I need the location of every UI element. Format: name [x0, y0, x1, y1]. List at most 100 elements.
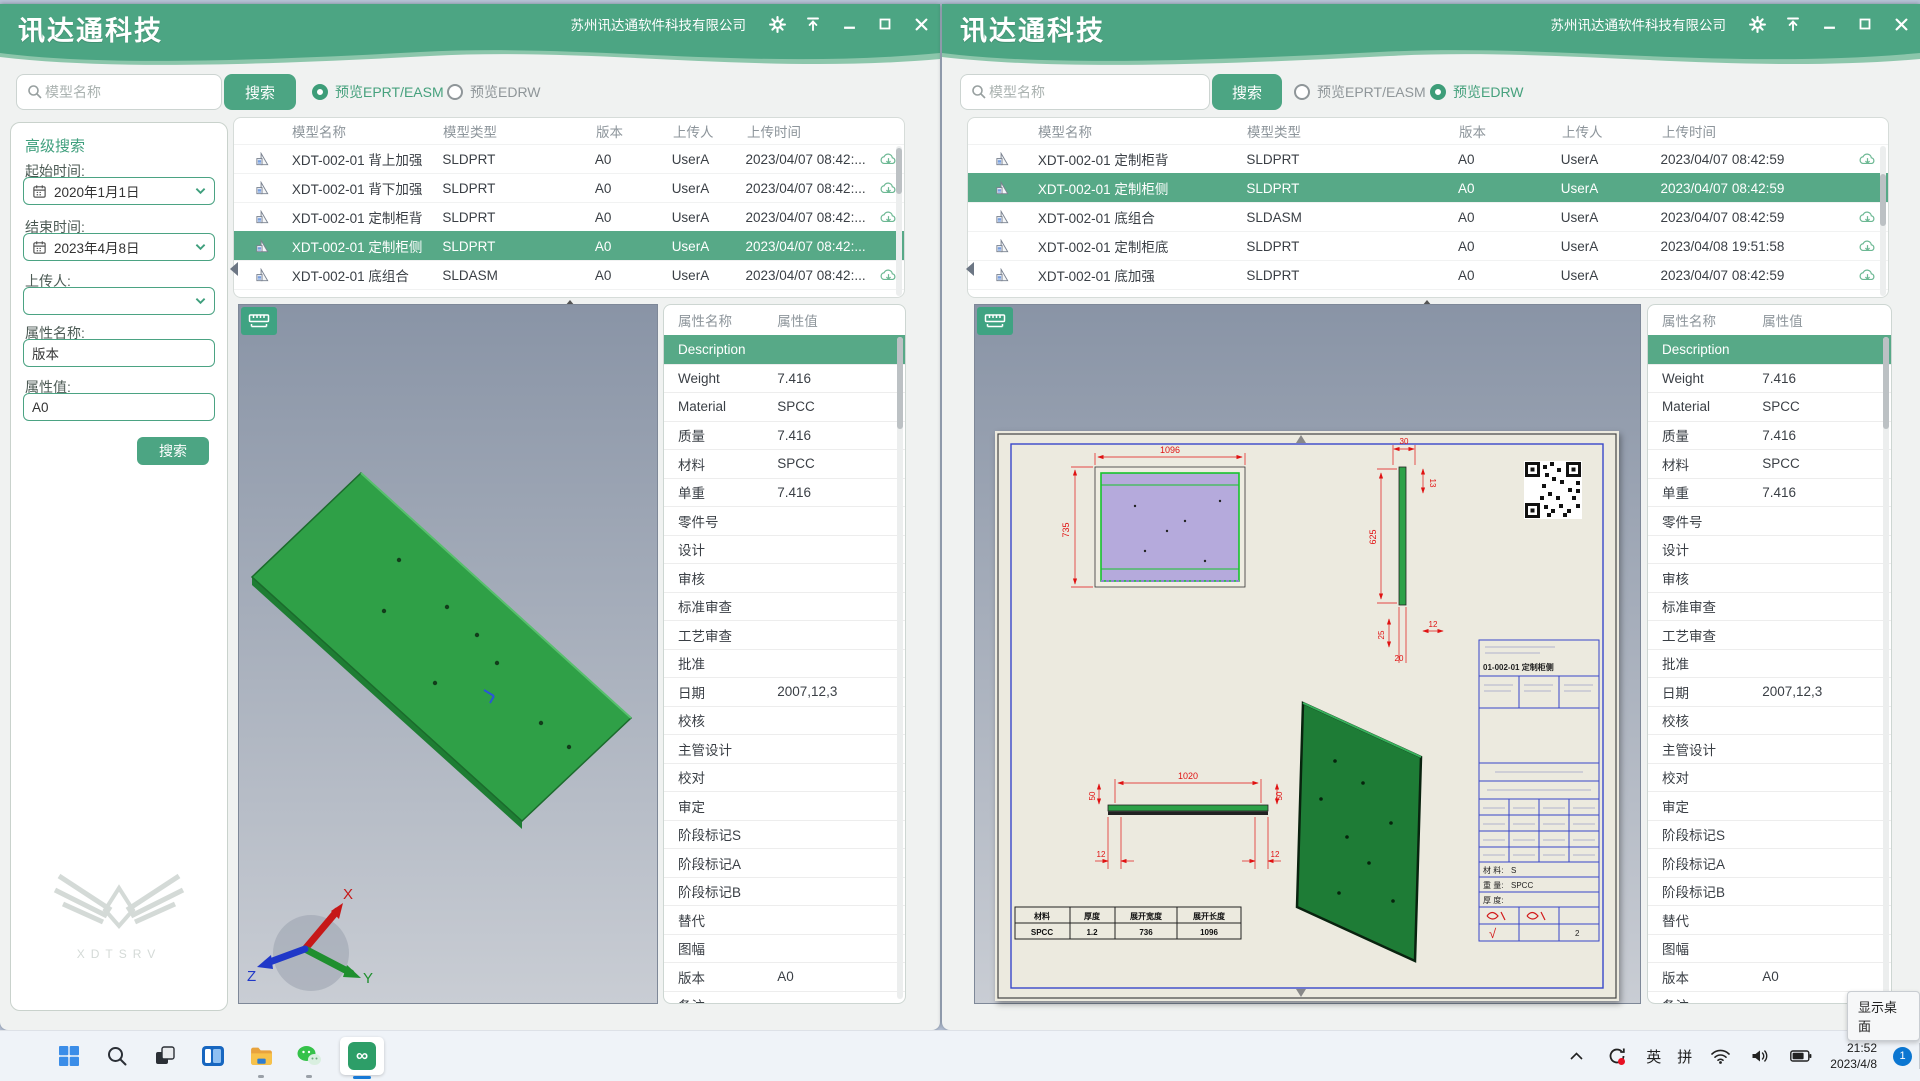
measure-ruler-button[interactable] [977, 307, 1013, 335]
property-row[interactable]: 零件号 [664, 506, 905, 535]
property-row[interactable]: 单重 7.416 [664, 478, 905, 507]
table-row[interactable]: XDT-002-01 定制柜底 SLDPRT A0 UserA 2023/04/… [234, 289, 904, 298]
property-row[interactable]: 图幅 [1648, 934, 1891, 963]
sync-status-icon[interactable] [1604, 1039, 1630, 1073]
property-row[interactable]: Description [1648, 335, 1891, 364]
table-row[interactable]: XDT-002-01 背上加强 SLDPRT A0 UserA 2023/04/… [234, 144, 904, 173]
property-row[interactable]: 批准 [664, 649, 905, 678]
property-row[interactable]: 日期 2007,12,3 [664, 677, 905, 706]
table-row[interactable]: XDT-002-01 定制柜背 SLDPRT A0 UserA 2023/04/… [968, 144, 1888, 173]
taskbar-search-icon[interactable] [100, 1039, 134, 1073]
property-row[interactable]: 质量 7.416 [1648, 421, 1891, 450]
tray-chevron-up-icon[interactable] [1564, 1039, 1588, 1073]
table-row[interactable]: XDT-002-01 隔板组合 SLDASM A0 UserA 2023/04/… [968, 289, 1888, 298]
property-row[interactable]: 审核 [664, 563, 905, 592]
property-row[interactable]: 阶段标记B [664, 877, 905, 906]
wechat-icon[interactable] [292, 1039, 326, 1073]
collapse-panel-handle[interactable] [230, 262, 238, 276]
search-input[interactable] [43, 83, 211, 101]
property-row[interactable]: 审核 [1648, 563, 1891, 592]
search-button[interactable]: 搜索 [1212, 74, 1282, 110]
search-input[interactable] [987, 83, 1199, 101]
table-row[interactable]: XDT-002-01 定制柜底 SLDPRT A0 UserA 2023/04/… [968, 231, 1888, 260]
property-row[interactable]: 材料 SPCC [1648, 449, 1891, 478]
maximize-button[interactable] [1856, 15, 1874, 33]
pin-top-icon[interactable] [804, 15, 822, 33]
property-row[interactable]: 阶段标记A [1648, 848, 1891, 877]
task-view-icon[interactable] [148, 1039, 182, 1073]
table-row[interactable]: XDT-002-01 底组合 SLDASM A0 UserA 2023/04/0… [968, 202, 1888, 231]
property-row[interactable]: 校对 [664, 763, 905, 792]
property-row[interactable]: 校对 [1648, 763, 1891, 792]
taskbar-clock[interactable]: 21:52 2023/4/8 [1830, 1040, 1877, 1072]
property-row[interactable]: 零件号 [1648, 506, 1891, 535]
radio-preview-edrw[interactable]: 预览EDRW [1430, 82, 1524, 102]
property-row[interactable]: Description [664, 335, 905, 364]
property-row[interactable]: 日期 2007,12,3 [1648, 677, 1891, 706]
properties-scrollbar[interactable] [897, 337, 903, 999]
minimize-button[interactable] [840, 15, 858, 33]
property-row[interactable]: 审定 [1648, 791, 1891, 820]
file-explorer-icon[interactable] [244, 1039, 278, 1073]
property-row[interactable]: 阶段标记A [664, 848, 905, 877]
property-row[interactable]: 图幅 [664, 934, 905, 963]
settings-gear-icon[interactable] [768, 15, 786, 33]
measure-ruler-button[interactable] [241, 307, 277, 335]
wifi-icon[interactable] [1708, 1039, 1732, 1073]
model-3d-viewport[interactable]: X Y Z [238, 304, 658, 1004]
table-row[interactable]: XDT-002-01 定制柜背 SLDPRT A0 UserA 2023/04/… [234, 202, 904, 231]
property-row[interactable]: 替代 [664, 905, 905, 934]
end-date-picker[interactable]: 2023年4月8日 [23, 233, 215, 261]
property-row[interactable]: 设计 [1648, 535, 1891, 564]
search-button[interactable]: 搜索 [224, 74, 296, 110]
property-row[interactable]: 标准审查 [1648, 592, 1891, 621]
table-row[interactable]: XDT-002-01 底组合 SLDASM A0 UserA 2023/04/0… [234, 260, 904, 289]
advanced-search-button[interactable]: 搜索 [137, 437, 209, 465]
property-row[interactable]: 标准审查 [664, 592, 905, 621]
property-row[interactable]: 材料 SPCC [664, 449, 905, 478]
table-row[interactable]: XDT-002-01 背下加强 SLDPRT A0 UserA 2023/04/… [234, 173, 904, 202]
property-row[interactable]: 审定 [664, 791, 905, 820]
property-row[interactable]: 校核 [1648, 706, 1891, 735]
close-button[interactable] [1892, 15, 1910, 33]
property-row[interactable]: 工艺审查 [1648, 620, 1891, 649]
property-row[interactable]: Material SPCC [664, 392, 905, 421]
start-button[interactable] [52, 1039, 86, 1073]
minimize-button[interactable] [1820, 15, 1838, 33]
property-row[interactable]: 主管设计 [1648, 734, 1891, 763]
property-row[interactable]: Material SPCC [1648, 392, 1891, 421]
property-row[interactable]: 阶段标记S [1648, 820, 1891, 849]
property-row[interactable]: Weight 7.416 [1648, 364, 1891, 393]
attr-value-input[interactable]: A0 [23, 393, 215, 421]
media-app-icon[interactable] [196, 1039, 230, 1073]
property-row[interactable]: 备注 [664, 991, 905, 1005]
attr-name-input[interactable]: 版本 [23, 339, 215, 367]
ime-pinyin-indicator[interactable]: 拼 [1677, 1046, 1692, 1067]
collapse-panel-handle[interactable] [966, 262, 974, 276]
property-row[interactable]: 阶段标记B [1648, 877, 1891, 906]
property-row[interactable]: 替代 [1648, 905, 1891, 934]
property-row[interactable]: 版本 A0 [664, 962, 905, 991]
uploader-select[interactable] [23, 287, 215, 315]
property-row[interactable]: 校核 [664, 706, 905, 735]
property-row[interactable]: 主管设计 [664, 734, 905, 763]
property-row[interactable]: 设计 [664, 535, 905, 564]
property-row[interactable]: Weight 7.416 [664, 364, 905, 393]
notification-badge[interactable]: 1 [1893, 1047, 1912, 1066]
download-cloud-icon[interactable] [872, 297, 904, 299]
table-row[interactable]: XDT-002-01 底加强 SLDPRT A0 UserA 2023/04/0… [968, 260, 1888, 289]
property-row[interactable]: 质量 7.416 [664, 421, 905, 450]
download-cloud-icon[interactable] [1846, 297, 1888, 299]
property-row[interactable]: 工艺审查 [664, 620, 905, 649]
xdt-app-icon[interactable]: ∞ [340, 1037, 384, 1075]
table-scrollbar[interactable] [1880, 146, 1886, 296]
radio-preview-eprt[interactable]: 预览EPRT/EASM [312, 82, 444, 102]
table-row[interactable]: XDT-002-01 定制柜侧 SLDPRT A0 UserA 2023/04/… [968, 173, 1888, 202]
properties-scrollbar[interactable] [1883, 337, 1889, 999]
battery-icon[interactable] [1788, 1039, 1814, 1073]
maximize-button[interactable] [876, 15, 894, 33]
property-row[interactable]: 版本 A0 [1648, 962, 1891, 991]
property-row[interactable]: 单重 7.416 [1648, 478, 1891, 507]
close-button[interactable] [912, 15, 930, 33]
radio-preview-eprt[interactable]: 预览EPRT/EASM [1294, 82, 1426, 102]
